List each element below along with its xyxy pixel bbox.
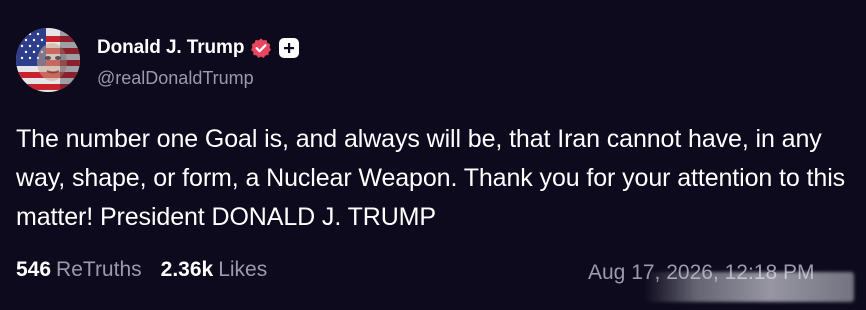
- post-stats: 546 ReTruths 2.36k Likes: [16, 258, 267, 282]
- post-header: Donald J. Trump @realDonaldTrump: [16, 28, 300, 92]
- display-name[interactable]: Donald J. Trump: [97, 37, 244, 59]
- name-row: Donald J. Trump: [97, 36, 300, 60]
- retruths-count: 546: [16, 258, 52, 281]
- truth-post: Donald J. Trump @realDonaldTrump The num…: [0, 0, 866, 310]
- verified-badge-icon: [250, 37, 272, 59]
- likes-stat[interactable]: 2.36k Likes: [161, 258, 268, 282]
- plus-icon[interactable]: [279, 38, 300, 58]
- watermark-overlay: [644, 272, 854, 302]
- retruths-stat[interactable]: 546 ReTruths: [16, 258, 142, 282]
- account-handle[interactable]: @realDonaldTrump: [97, 68, 299, 89]
- avatar[interactable]: [16, 28, 80, 92]
- likes-label: Likes: [218, 258, 268, 281]
- likes-count: 2.36k: [160, 258, 214, 281]
- account-identity: Donald J. Trump @realDonaldTrump: [97, 36, 300, 89]
- avatar-image: [16, 28, 80, 92]
- retruths-label: ReTruths: [56, 258, 142, 281]
- post-text: The number one Goal is, and always will …: [16, 125, 846, 231]
